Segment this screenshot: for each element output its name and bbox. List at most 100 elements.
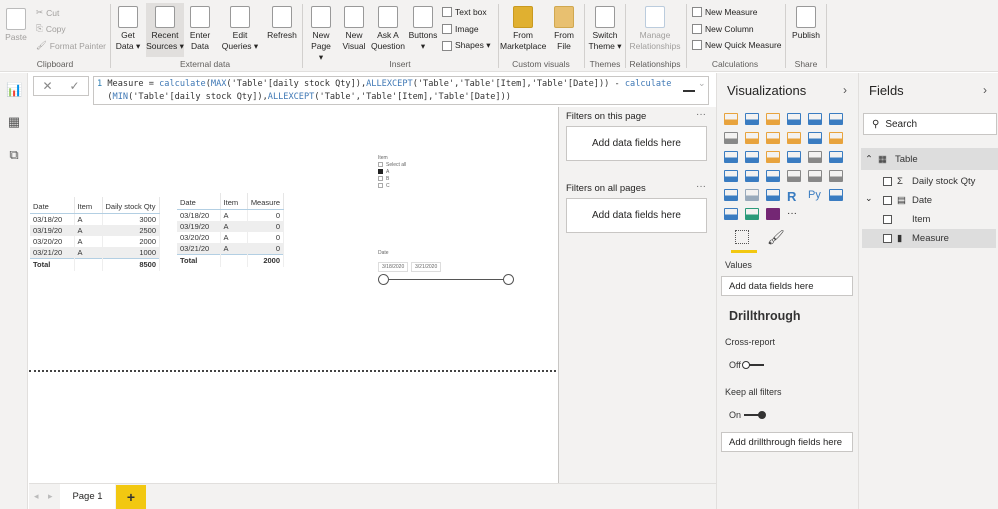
scatter-visual-icon[interactable] [745, 151, 759, 163]
checkbox-icon[interactable] [378, 183, 383, 189]
power-apps-visual-icon[interactable] [766, 208, 780, 220]
more-options-icon[interactable]: ··· [696, 109, 706, 120]
slicer-option-b[interactable]: B [378, 176, 406, 183]
new-column-button[interactable]: New Column [692, 24, 754, 34]
map-visual-icon[interactable] [829, 151, 843, 163]
area-visual-icon[interactable] [745, 132, 759, 144]
100-bar-visual-icon[interactable] [808, 113, 822, 125]
text-box-button[interactable]: Text box [442, 7, 487, 17]
manage-relationships-button[interactable]: Manage Relationships [627, 6, 683, 52]
range-start-handle[interactable] [378, 274, 389, 285]
formula-input[interactable]: 1 Measure = calculate(MAX('Table'[daily … [93, 76, 709, 105]
copy-button[interactable]: ⎘ Copy [36, 23, 66, 34]
donut-visual-icon[interactable] [787, 151, 801, 163]
gauge-visual-icon[interactable] [766, 170, 780, 182]
switch-theme-button[interactable]: Switch Theme ▾ [588, 6, 622, 52]
checkbox-icon[interactable] [883, 234, 892, 243]
ask-question-button[interactable]: Ask A Question [370, 6, 406, 52]
from-marketplace-button[interactable]: From Marketplace [500, 6, 546, 52]
arcgis-visual-icon[interactable] [745, 208, 759, 220]
chevron-up-icon[interactable]: ⌃ [865, 154, 873, 165]
stacked-column-visual-icon[interactable] [745, 113, 759, 125]
drillthrough-drop-zone[interactable]: Add drillthrough fields here [721, 432, 853, 452]
prev-page-icon[interactable]: ◂ [34, 491, 39, 502]
publish-button[interactable]: Publish [790, 6, 822, 41]
next-page-icon[interactable]: ▸ [48, 491, 53, 502]
buttons-button[interactable]: Buttons ▾ [408, 6, 438, 52]
start-date-input[interactable]: 3/18/2020 [378, 262, 408, 272]
more-options-icon[interactable]: ··· [696, 181, 706, 192]
line-visual-icon[interactable] [724, 132, 738, 144]
100-column-visual-icon[interactable] [829, 113, 843, 125]
line-column-visual-icon[interactable] [787, 132, 801, 144]
more-visual-icon[interactable]: ··· [787, 208, 801, 220]
matrix-visual-icon[interactable] [766, 189, 780, 201]
slicer-option-c[interactable]: C [378, 183, 406, 190]
table-node[interactable]: ⌃ ▦ Table [861, 148, 998, 170]
chevron-down-icon[interactable]: ⌄ [865, 193, 873, 204]
cancel-icon[interactable]: ✕ [42, 79, 52, 93]
checkbox-checked-icon[interactable] [378, 169, 383, 175]
format-painter-button[interactable]: 🖌 Format Painter [36, 40, 106, 51]
fields-tab-icon[interactable] [735, 230, 749, 244]
stacked-area-visual-icon[interactable] [766, 132, 780, 144]
line-column-2-visual-icon[interactable] [808, 132, 822, 144]
report-view-icon[interactable]: 📊 [6, 83, 22, 97]
field-daily-stock-qty[interactable]: Σ Daily stock Qty [883, 172, 993, 191]
treemap-visual-icon[interactable] [808, 151, 822, 163]
new-visual-button[interactable]: New Visual [340, 6, 368, 52]
qa-visual-icon[interactable] [724, 208, 738, 220]
stock-table-visual[interactable]: Date Item Daily stock Qty 03/18/20 A 3000 03… [30, 197, 160, 271]
get-data-button[interactable]: Get Data ▾ [114, 6, 142, 52]
shapes-button[interactable]: Shapes ▾ [442, 40, 490, 51]
add-page-button[interactable]: + [116, 485, 146, 509]
values-drop-zone[interactable]: Add data fields here [721, 276, 853, 296]
paste-button[interactable]: Paste [4, 8, 28, 43]
stacked-bar-visual-icon[interactable] [724, 113, 738, 125]
new-page-button[interactable]: New Page ▾ [308, 6, 334, 63]
measure-table-visual[interactable]: Date Item Measure 03/18/20 A 0 03/19/20 A 0 03… [177, 193, 285, 267]
field-item[interactable]: Item [883, 210, 993, 229]
checkbox-icon[interactable] [883, 215, 892, 224]
enter-data-button[interactable]: Enter Data [187, 6, 213, 52]
recent-sources-button[interactable]: Recent Sources ▾ [146, 3, 184, 57]
expand-formula-chevron-icon[interactable]: ⌄ [698, 78, 706, 89]
filled-map-visual-icon[interactable] [724, 170, 738, 182]
data-view-icon[interactable]: ▦ [6, 115, 22, 129]
slicer-visual-icon[interactable] [724, 189, 738, 201]
range-end-handle[interactable] [503, 274, 514, 285]
pie-visual-icon[interactable] [766, 151, 780, 163]
fields-search-input[interactable]: ⚲ Search [863, 113, 997, 135]
kpi-visual-icon[interactable] [829, 170, 843, 182]
image-button[interactable]: Image [442, 24, 479, 34]
collapse-formula-icon[interactable] [683, 90, 695, 92]
checkbox-icon[interactable] [883, 196, 892, 205]
refresh-button[interactable]: Refresh [266, 6, 298, 41]
python-visual-visual-icon[interactable]: Py [808, 189, 822, 201]
end-date-input[interactable]: 3/21/2020 [411, 262, 441, 272]
page-filters-drop-zone[interactable]: Add data fields here [566, 126, 707, 161]
all-pages-filters-drop-zone[interactable]: Add data fields here [566, 198, 707, 233]
clustered-bar-visual-icon[interactable] [766, 113, 780, 125]
key-influencers-visual-icon[interactable] [829, 189, 843, 201]
cross-report-toggle[interactable]: Off [729, 360, 764, 370]
format-paint-roller-icon[interactable]: 🖌 [767, 229, 785, 246]
model-view-icon[interactable]: ⧉ [6, 148, 22, 162]
edit-queries-button[interactable]: Edit Queries ▾ [220, 6, 260, 52]
field-date[interactable]: ▤ Date [883, 191, 993, 210]
r-visual-visual-icon[interactable]: R [787, 189, 801, 204]
clustered-column-visual-icon[interactable] [787, 113, 801, 125]
checkbox-icon[interactable] [378, 176, 383, 182]
slicer-option-a[interactable]: A [378, 169, 406, 176]
checkbox-icon[interactable] [378, 162, 383, 168]
cut-button[interactable]: ✂ Cut [36, 7, 59, 18]
commit-check-icon[interactable]: ✓ [69, 79, 79, 93]
card-visual-icon[interactable] [787, 170, 801, 182]
field-measure[interactable]: ▮ Measure [862, 229, 996, 248]
collapse-chevron-icon[interactable]: › [983, 83, 987, 97]
collapse-chevron-icon[interactable]: › [843, 83, 847, 97]
checkbox-icon[interactable] [883, 177, 892, 186]
keep-filters-toggle[interactable]: On [729, 410, 767, 420]
from-file-button[interactable]: From File [550, 6, 578, 52]
ribbon-visual-icon[interactable] [829, 132, 843, 144]
